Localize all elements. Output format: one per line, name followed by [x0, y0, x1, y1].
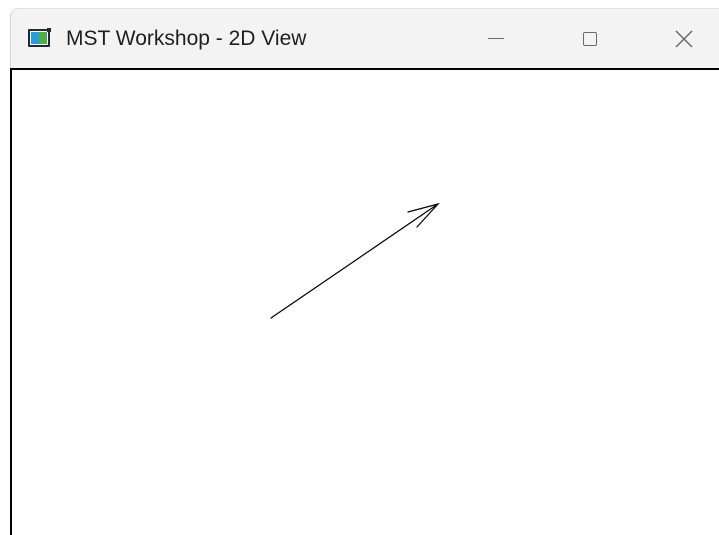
maximize-icon: [583, 31, 597, 46]
app-window-icon[interactable]: [28, 28, 51, 47]
app-window: MST Workshop - 2D View: [0, 0, 719, 535]
title-bar[interactable]: MST Workshop - 2D View: [10, 8, 719, 68]
drawing-canvas[interactable]: [12, 70, 719, 535]
drawing-area[interactable]: [10, 68, 719, 535]
minimize-button[interactable]: [473, 9, 519, 68]
vector-arrow: [270, 202, 440, 319]
minimize-icon: [488, 38, 504, 39]
close-button[interactable]: [661, 9, 707, 68]
arrow-shaft: [270, 203, 439, 319]
maximize-button[interactable]: [567, 9, 613, 68]
close-icon: [675, 29, 693, 48]
window-title: MST Workshop - 2D View: [66, 27, 307, 50]
